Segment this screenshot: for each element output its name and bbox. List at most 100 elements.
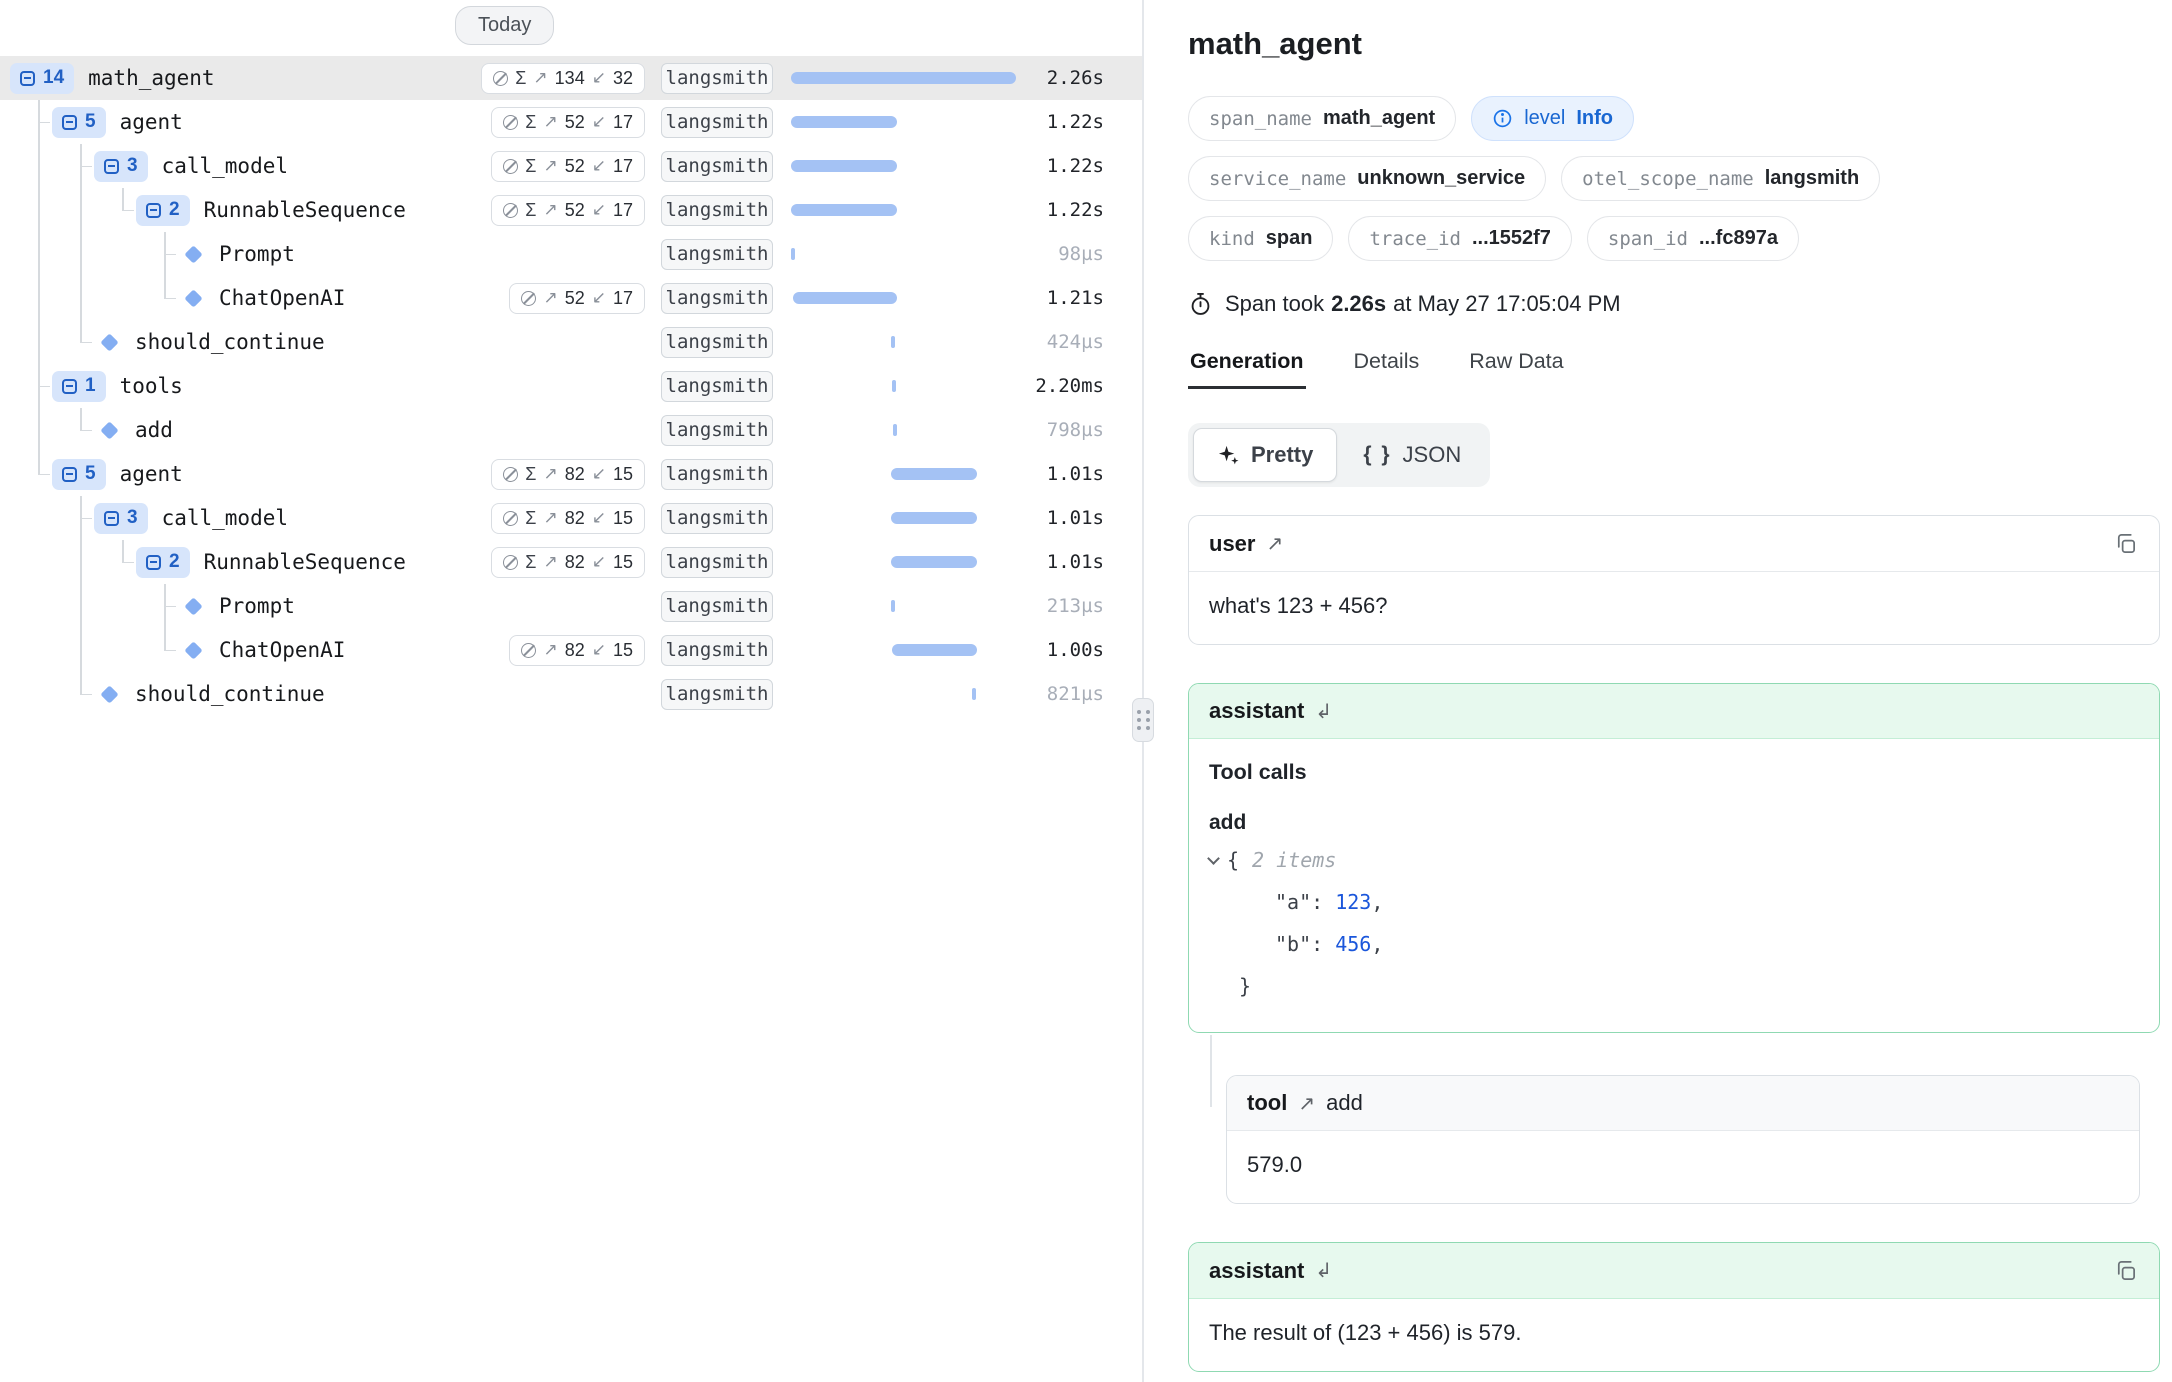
tag-column: langsmith [661, 503, 773, 534]
token-metrics-badge: Σ↗52↙17 [491, 151, 645, 182]
attr-chip-trace_id: trace_id...1552f7 [1348, 216, 1571, 261]
tree-guide-elbow [122, 562, 134, 564]
tree-row[interactable]: Promptlangsmith98µs [0, 232, 1142, 276]
message-list: user↗what's 123 + 456?assistant↲Tool cal… [1188, 515, 2160, 1372]
tree-row[interactable]: should_continuelangsmith424µs [0, 320, 1142, 364]
tool-name-label: add [1326, 1090, 1363, 1116]
tree-guide-line [38, 188, 40, 232]
today-button[interactable]: Today [455, 6, 554, 45]
output-tokens: 15 [613, 508, 633, 529]
tag-column: langsmith [661, 151, 773, 182]
duration-bar [791, 160, 897, 172]
tag-column: langsmith [661, 327, 773, 358]
langsmith-tag: langsmith [661, 459, 773, 490]
tool-calls-label: Tool calls [1209, 760, 2139, 785]
leaf-diamond-icon [100, 685, 118, 703]
tree-row[interactable]: 5agentΣ↗52↙17langsmith1.22s [0, 100, 1142, 144]
tag-column: langsmith [661, 679, 773, 710]
trace-tree: 14math_agentΣ↗134↙32langsmith2.26s5agent… [0, 56, 1142, 716]
duration-label: 798µs [1026, 419, 1104, 441]
chip-value: langsmith [1765, 167, 1859, 190]
span-duration: 2.26s [1331, 291, 1386, 317]
tree-row[interactable]: 3call_modelΣ↗82↙15langsmith1.01s [0, 496, 1142, 540]
collapse-badge[interactable]: 3 [94, 151, 148, 182]
tab-raw-data[interactable]: Raw Data [1467, 349, 1565, 389]
attr-chip-otel_scope_name: otel_scope_namelangsmith [1561, 156, 1880, 201]
view-toggle-json[interactable]: { }JSON [1339, 428, 1485, 482]
metrics-column: Σ↗52↙17 [469, 107, 645, 138]
attr-chip-service_name: service_nameunknown_service [1188, 156, 1546, 201]
input-tokens: 82 [565, 508, 585, 529]
duration-bar [891, 336, 895, 348]
collapse-badge[interactable]: 3 [94, 503, 148, 534]
langsmith-tag: langsmith [661, 371, 773, 402]
arrow-up-right-icon: ↗ [1266, 531, 1283, 556]
langsmith-tag: langsmith [661, 547, 773, 578]
tree-guide-line [38, 144, 40, 188]
message-card: tool↗add579.0 [1226, 1075, 2140, 1204]
tree-row[interactable]: 2RunnableSequenceΣ↗82↙15langsmith1.01s [0, 540, 1142, 584]
collapse-badge[interactable]: 2 [136, 195, 190, 226]
tree-row[interactable]: 14math_agentΣ↗134↙32langsmith2.26s [0, 56, 1142, 100]
tag-column: langsmith [661, 591, 773, 622]
attr-chip-span_name: span_namemath_agent [1188, 96, 1456, 141]
span-name-label: ChatOpenAI [219, 638, 469, 662]
tree-row[interactable]: ChatOpenAI↗82↙15langsmith1.00s [0, 628, 1142, 672]
tree-guide-line [80, 232, 82, 276]
duration-label: 1.01s [1026, 507, 1104, 529]
copy-button[interactable] [2112, 1257, 2139, 1284]
output-tokens: 15 [613, 464, 633, 485]
tree-row[interactable]: Promptlangsmith213µs [0, 584, 1142, 628]
summary-timestamp: at May 27 17:05:04 PM [1393, 291, 1620, 317]
message-body: what's 123 + 456? [1189, 572, 2159, 644]
input-tokens: 52 [565, 288, 585, 309]
output-arrow-icon: ↙ [592, 288, 606, 308]
view-toggle-pretty[interactable]: Pretty [1193, 428, 1337, 482]
tree-row[interactable]: addlangsmith798µs [0, 408, 1142, 452]
tree-row[interactable]: should_continuelangsmith821µs [0, 672, 1142, 716]
tree-row[interactable]: ChatOpenAI↗52↙17langsmith1.21s [0, 276, 1142, 320]
duration-label: 424µs [1026, 331, 1104, 353]
tree-guide-line [164, 276, 166, 298]
message-header: assistant↲ [1189, 1243, 2159, 1299]
message-header: assistant↲ [1189, 684, 2159, 739]
collapse-minus-icon [146, 555, 161, 570]
tag-column: langsmith [661, 239, 773, 270]
tree-guide-elbow [80, 518, 92, 520]
tree-row[interactable]: 2RunnableSequenceΣ↗52↙17langsmith1.22s [0, 188, 1142, 232]
duration-label: 1.01s [1026, 551, 1104, 573]
duration-label: 1.22s [1026, 155, 1104, 177]
collapse-badge[interactable]: 5 [52, 459, 106, 490]
leaf-diamond-icon [100, 333, 118, 351]
tag-column: langsmith [661, 459, 773, 490]
input-arrow-icon: ↗ [543, 552, 557, 572]
collapse-badge[interactable]: 5 [52, 107, 106, 138]
duration-bar [791, 116, 897, 128]
span-name-label: should_continue [135, 682, 469, 706]
tree-row[interactable]: 5agentΣ↗82↙15langsmith1.01s [0, 452, 1142, 496]
token-metrics-badge: ↗82↙15 [509, 635, 645, 666]
metrics-column: ↗52↙17 [469, 283, 645, 314]
duration-bar [891, 468, 977, 480]
collapse-badge[interactable]: 2 [136, 547, 190, 578]
chip-key: trace_id [1369, 228, 1461, 250]
tab-details[interactable]: Details [1352, 349, 1422, 389]
tab-generation[interactable]: Generation [1188, 349, 1306, 389]
chip-key: level [1524, 107, 1565, 130]
view-label: JSON [1403, 442, 1462, 468]
json-colon: : [1311, 932, 1335, 956]
collapse-badge[interactable]: 14 [10, 63, 74, 94]
input-arrow-icon: ↗ [543, 156, 557, 176]
tree-guide-elbow [80, 166, 92, 168]
copy-button[interactable] [2112, 530, 2139, 557]
tree-guide-elbow [164, 606, 176, 608]
langsmith-tag: langsmith [661, 591, 773, 622]
duration-bar-track [791, 380, 1016, 392]
panel-divider[interactable] [1142, 0, 1144, 1382]
tree-row[interactable]: 1toolslangsmith2.20ms [0, 364, 1142, 408]
tree-row[interactable]: 3call_modelΣ↗52↙17langsmith1.22s [0, 144, 1142, 188]
collapse-badge[interactable]: 1 [52, 371, 106, 402]
chevron-down-icon[interactable] [1207, 852, 1220, 865]
divider-drag-handle[interactable] [1132, 698, 1154, 742]
langsmith-tag: langsmith [661, 107, 773, 138]
